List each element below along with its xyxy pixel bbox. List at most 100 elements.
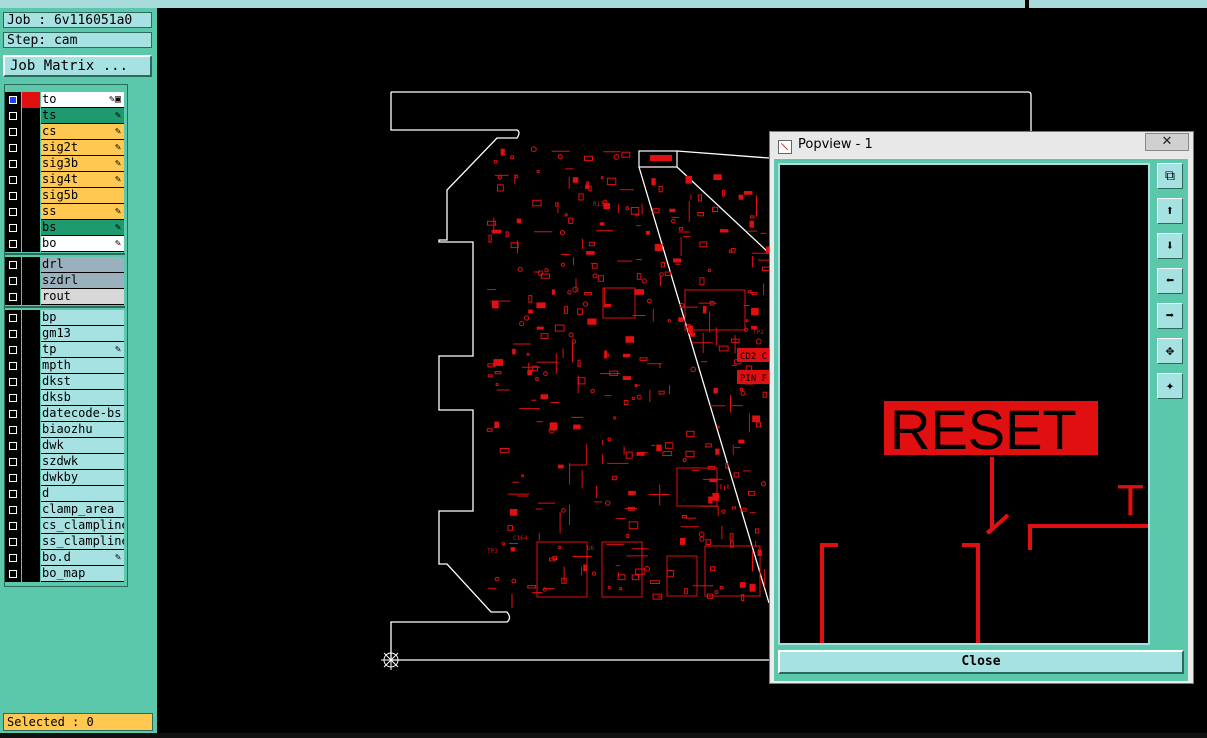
layer-row-tp[interactable]: tp ✎ xyxy=(5,342,125,358)
layer-name[interactable]: bo.d ✎ xyxy=(41,550,124,566)
layer-name[interactable]: gm13 xyxy=(41,326,124,342)
layer-row-drl[interactable]: drl xyxy=(5,257,125,273)
layer-name[interactable]: datecode-bs xyxy=(41,406,124,422)
layer-name[interactable]: biaozhu xyxy=(41,422,124,438)
popview-titlebar[interactable]: Popview - 1 ✕ xyxy=(770,132,1193,158)
layer-checkbox[interactable] xyxy=(5,172,21,188)
layer-affected-cell[interactable] xyxy=(22,518,40,534)
layer-row-bp[interactable]: bp xyxy=(5,310,125,326)
pan-down-icon[interactable]: ⬇ xyxy=(1157,233,1183,259)
layer-row-ss[interactable]: ss ✎ xyxy=(5,204,125,220)
layer-name[interactable]: cs ✎ xyxy=(41,124,124,140)
pan-left-icon[interactable]: ⬅ xyxy=(1157,268,1183,294)
layer-checkbox[interactable] xyxy=(5,406,21,422)
layer-checkbox[interactable] xyxy=(5,454,21,470)
layer-affected-cell[interactable] xyxy=(22,486,40,502)
layer-row-bo.d[interactable]: bo.d ✎ xyxy=(5,550,125,566)
layer-row-dwk[interactable]: dwk xyxy=(5,438,125,454)
layer-checkbox[interactable] xyxy=(5,326,21,342)
layer-checkbox[interactable] xyxy=(5,374,21,390)
layer-name[interactable]: sig4t ✎ xyxy=(41,172,124,188)
layer-checkbox[interactable] xyxy=(5,188,21,204)
layer-affected-cell[interactable] xyxy=(22,390,40,406)
zoom-out-icon[interactable]: ✦ xyxy=(1157,373,1183,399)
layer-row-szdwk[interactable]: szdwk xyxy=(5,454,125,470)
layer-name[interactable]: dkst xyxy=(41,374,124,390)
layer-name[interactable]: ss ✎ xyxy=(41,204,124,220)
layer-name[interactable]: mpth xyxy=(41,358,124,374)
layer-affected-cell[interactable] xyxy=(22,257,40,273)
layer-affected-cell[interactable] xyxy=(22,438,40,454)
layer-name[interactable]: dksb xyxy=(41,390,124,406)
layer-name[interactable]: bo ✎ xyxy=(41,236,124,252)
layer-row-d[interactable]: d xyxy=(5,486,125,502)
layer-name[interactable]: to ✎▣ xyxy=(41,92,124,108)
layer-name[interactable]: sig2t ✎ xyxy=(41,140,124,156)
layer-row-ss_clampline[interactable]: ss_clampline xyxy=(5,534,125,550)
layer-scrollbar[interactable] xyxy=(128,84,154,587)
layer-name[interactable]: ts ✎ xyxy=(41,108,124,124)
layer-checkbox[interactable] xyxy=(5,92,21,108)
layer-name[interactable]: szdwk xyxy=(41,454,124,470)
layer-checkbox[interactable] xyxy=(5,358,21,374)
layer-row-dkst[interactable]: dkst xyxy=(5,374,125,390)
layer-name[interactable]: drl xyxy=(41,257,124,273)
layer-affected-cell[interactable] xyxy=(22,550,40,566)
layer-affected-cell[interactable] xyxy=(22,108,40,124)
layer-name[interactable]: bs ✎ xyxy=(41,220,124,236)
layer-affected-cell[interactable] xyxy=(22,92,40,108)
layer-checkbox[interactable] xyxy=(5,438,21,454)
layer-row-gm13[interactable]: gm13 xyxy=(5,326,125,342)
zoom-in-icon[interactable]: ✥ xyxy=(1157,338,1183,364)
layer-name[interactable]: bo_map xyxy=(41,566,124,582)
layer-affected-cell[interactable] xyxy=(22,406,40,422)
layer-checkbox[interactable] xyxy=(5,289,21,305)
layer-affected-cell[interactable] xyxy=(22,156,40,172)
pan-right-icon[interactable]: ➡ xyxy=(1157,303,1183,329)
layer-affected-cell[interactable] xyxy=(22,502,40,518)
layer-checkbox[interactable] xyxy=(5,156,21,172)
layer-row-dksb[interactable]: dksb xyxy=(5,390,125,406)
layer-row-ts[interactable]: ts ✎ xyxy=(5,108,125,124)
layer-row-biaozhu[interactable]: biaozhu xyxy=(5,422,125,438)
layer-name[interactable]: dwk xyxy=(41,438,124,454)
layer-row-bo_map[interactable]: bo_map xyxy=(5,566,125,582)
layer-affected-cell[interactable] xyxy=(22,310,40,326)
layer-row-bo[interactable]: bo ✎ xyxy=(5,236,125,252)
layer-affected-cell[interactable] xyxy=(22,358,40,374)
layer-checkbox[interactable] xyxy=(5,502,21,518)
layer-affected-cell[interactable] xyxy=(22,342,40,358)
layer-checkbox[interactable] xyxy=(5,236,21,252)
layer-row-datecode-bs[interactable]: datecode-bs xyxy=(5,406,125,422)
layer-name[interactable]: dwkby xyxy=(41,470,124,486)
layer-affected-cell[interactable] xyxy=(22,140,40,156)
layer-row-cs[interactable]: cs ✎ xyxy=(5,124,125,140)
layer-row-bs[interactable]: bs ✎ xyxy=(5,220,125,236)
layer-affected-cell[interactable] xyxy=(22,374,40,390)
layer-checkbox[interactable] xyxy=(5,470,21,486)
layer-name[interactable]: rout xyxy=(41,289,124,305)
layer-row-sig2t[interactable]: sig2t ✎ xyxy=(5,140,125,156)
layer-affected-cell[interactable] xyxy=(22,566,40,582)
close-icon[interactable]: ✕ xyxy=(1145,133,1189,151)
layer-name[interactable]: cs_clampline xyxy=(41,518,124,534)
layer-checkbox[interactable] xyxy=(5,342,21,358)
popview-viewport[interactable]: RESET T xyxy=(778,163,1150,645)
layer-name[interactable]: sig3b ✎ xyxy=(41,156,124,172)
layer-affected-cell[interactable] xyxy=(22,422,40,438)
close-button[interactable]: Close xyxy=(778,650,1184,674)
layer-affected-cell[interactable] xyxy=(22,204,40,220)
layer-checkbox[interactable] xyxy=(5,140,21,156)
layer-affected-cell[interactable] xyxy=(22,470,40,486)
layer-row-sig3b[interactable]: sig3b ✎ xyxy=(5,156,125,172)
layer-row-sig5b[interactable]: sig5b xyxy=(5,188,125,204)
layer-row-dwkby[interactable]: dwkby xyxy=(5,470,125,486)
layer-affected-cell[interactable] xyxy=(22,188,40,204)
layer-name[interactable]: tp ✎ xyxy=(41,342,124,358)
layer-checkbox[interactable] xyxy=(5,534,21,550)
layer-affected-cell[interactable] xyxy=(22,289,40,305)
layer-affected-cell[interactable] xyxy=(22,534,40,550)
layer-affected-cell[interactable] xyxy=(22,236,40,252)
layer-name[interactable]: sig5b xyxy=(41,188,124,204)
layer-checkbox[interactable] xyxy=(5,124,21,140)
